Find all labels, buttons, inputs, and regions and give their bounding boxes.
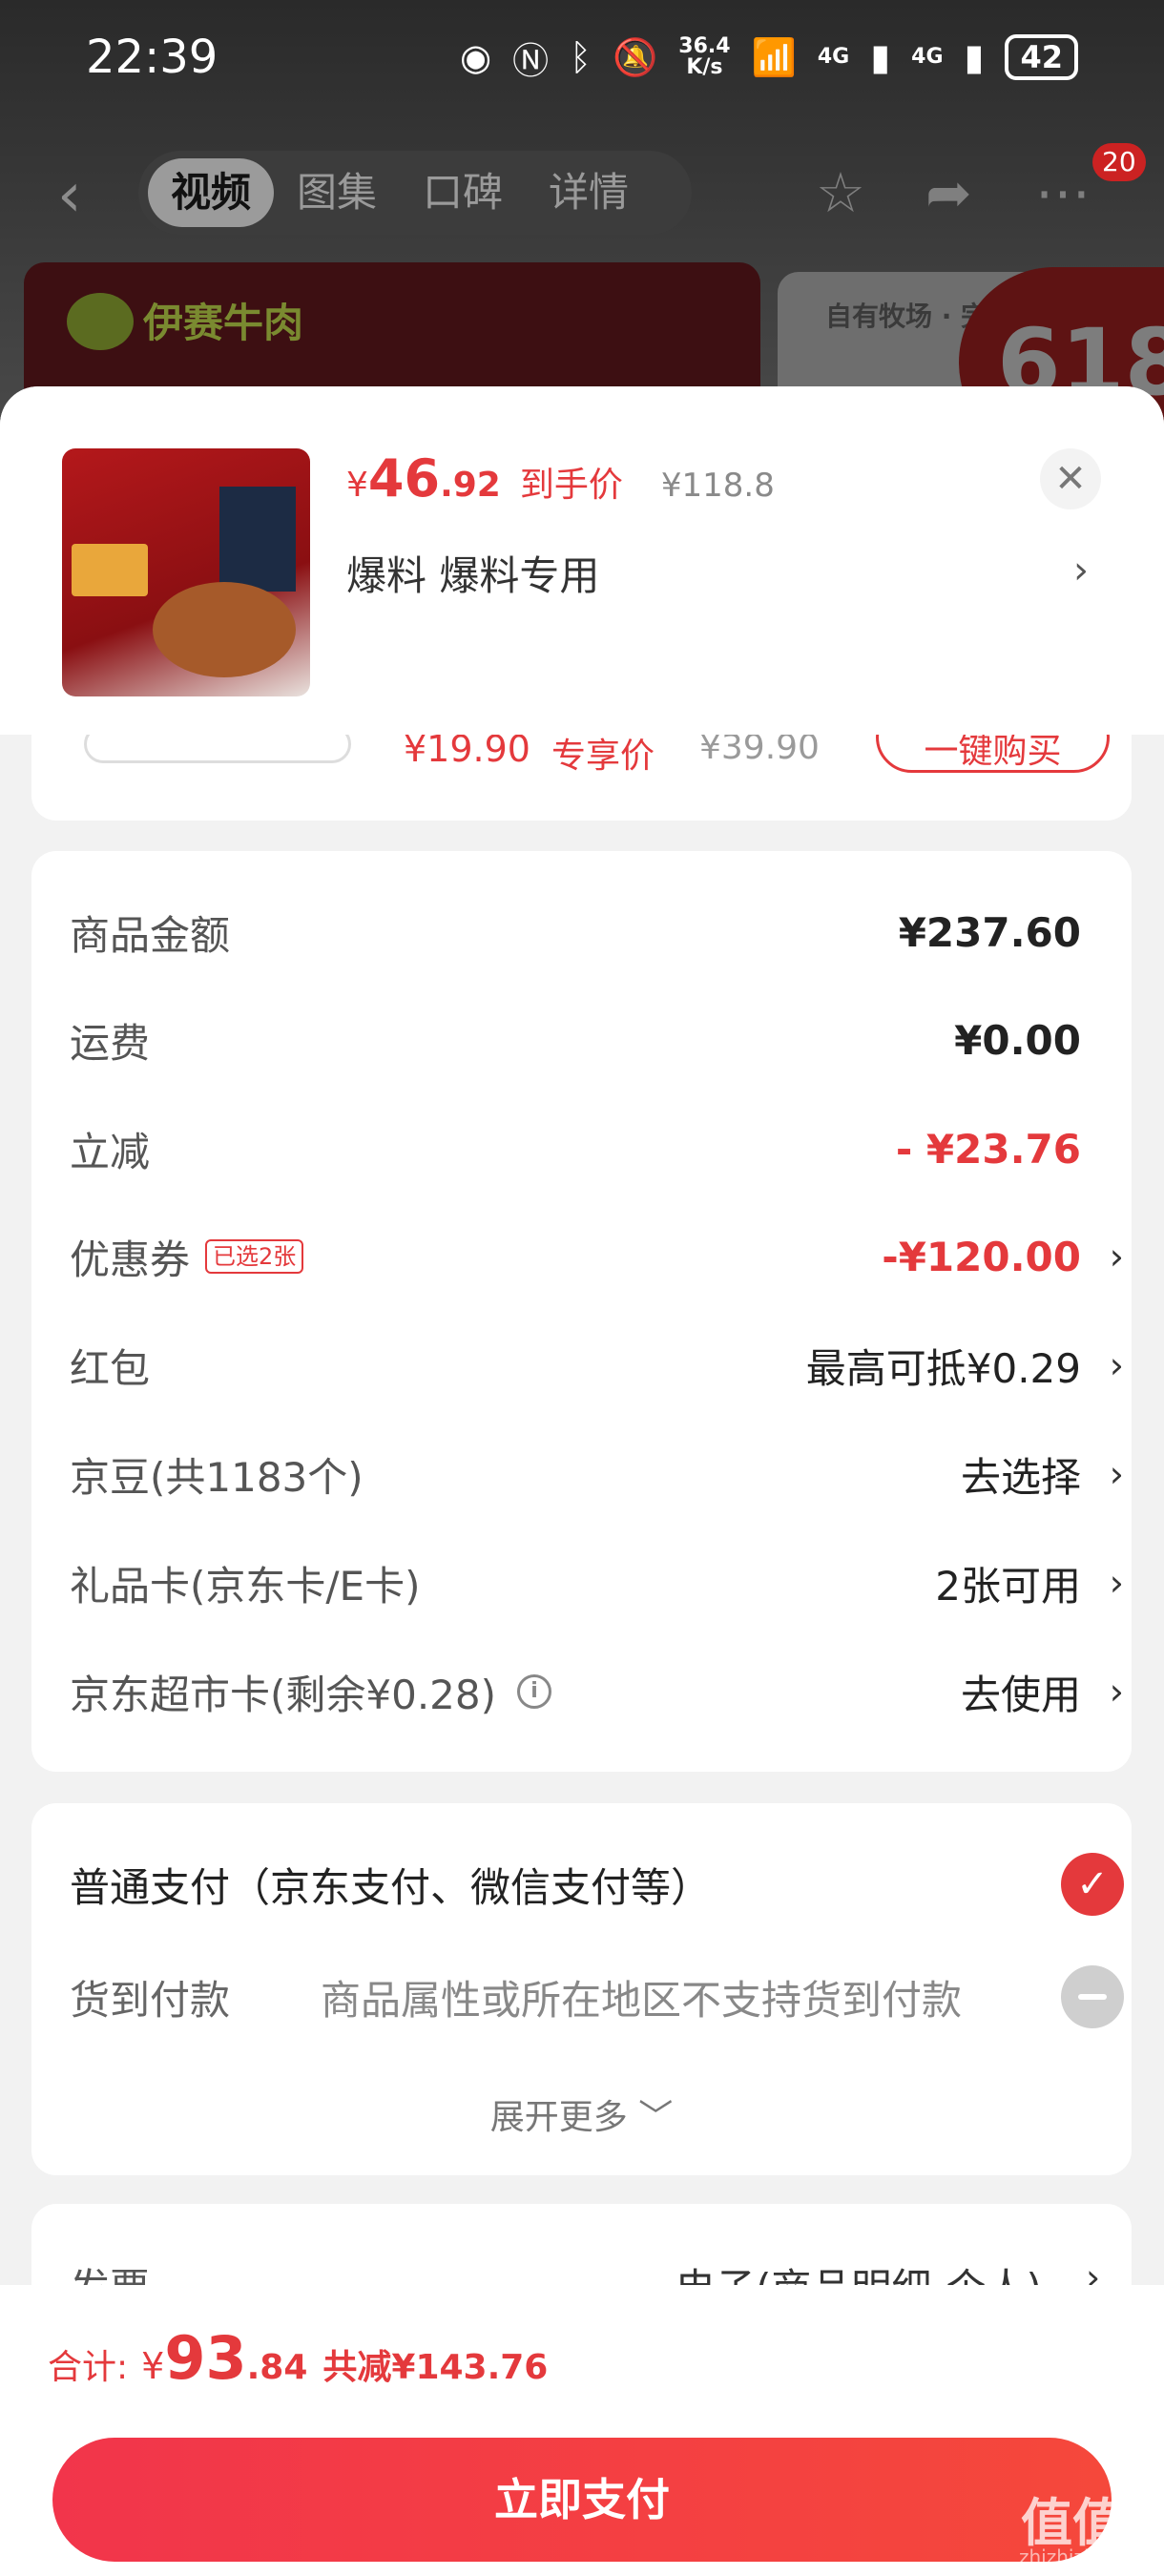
thumb-steak [153, 582, 296, 677]
row-label: 京豆(共1183个) [70, 1453, 364, 1501]
payment-method-card: 普通支付（京东支付、微信支付等） ✓ 货到付款 商品属性或所在地区不支持货到付款… [31, 1803, 1132, 2175]
nfc-icon: Ⓝ [512, 39, 550, 82]
background-product-page: 22:39 ◉ Ⓝ ᛒ 🔕 36.4 K/s 📶 4G ▮ 4G ▮ 42 ‹ … [0, 0, 1164, 439]
mute-bell-icon: 🔕 [612, 35, 658, 78]
total-integer: 93 [164, 2323, 247, 2393]
row-value: 去选择 [960, 1453, 1081, 1501]
close-icon[interactable]: ✕ [1040, 448, 1101, 509]
row-value: 最高可抵¥0.29 [805, 1344, 1081, 1392]
chevron-right-icon[interactable]: › [1081, 1671, 1124, 1713]
payment-cod-note: 商品属性或所在地区不支持货到付款 [321, 1976, 963, 2024]
message-badge: 20 [1092, 143, 1146, 181]
checkmark-icon[interactable]: ✓ [1061, 1853, 1124, 1916]
recommended-price-label: 专享价 [551, 737, 655, 776]
product-header: ¥ 46 .92 到手价 ¥118.8 ✕ 爆料 爆料专用 › [0, 386, 1164, 735]
chevron-right-icon[interactable]: › [1081, 1236, 1124, 1278]
amount-row-gift-card[interactable]: 礼品卡(京东卡/E卡) 2张可用 › [70, 1545, 1124, 1621]
amount-row-red-packet[interactable]: 红包 最高可抵¥0.29 › [70, 1327, 1124, 1403]
status-icons: ◉ Ⓝ ᛒ 🔕 36.4 K/s 📶 4G ▮ 4G ▮ 42 [460, 31, 1078, 84]
row-label: 京东超市卡(剩余¥0.28) [70, 1671, 497, 1718]
pay-now-button[interactable]: 立即支付 [52, 2438, 1112, 2562]
chevron-right-icon[interactable]: › [1073, 549, 1089, 592]
battery-indicator: 42 [1005, 34, 1078, 80]
row-value: ¥237.60 [898, 908, 1081, 956]
coupon-selected-tag: 已选2张 [205, 1239, 304, 1274]
product-price: ¥ 46 .92 到手价 ¥118.8 [346, 448, 775, 509]
thumb-promo-tag [72, 544, 148, 596]
payment-option-normal[interactable]: 普通支付（京东支付、微信支付等） ✓ [70, 1841, 1124, 1927]
payment-normal-label: 普通支付（京东支付、微信支付等） [70, 1863, 712, 1911]
disabled-icon [1061, 1965, 1124, 2028]
banner-right-text: 自有牧场 · 完 [825, 301, 988, 332]
price-integer: 46 [367, 448, 441, 509]
share-icon[interactable]: ➦ [925, 160, 972, 225]
row-label: 礼品卡(京东卡/E卡) [70, 1562, 421, 1610]
brand-logo-icon [67, 293, 134, 350]
total-symbol: ¥ [141, 2345, 165, 2387]
banner-brand: 伊赛牛肉 [143, 300, 304, 346]
tab-gallery[interactable]: 图集 [274, 158, 400, 227]
status-time: 22:39 [86, 31, 218, 84]
amount-row-supermarket-card[interactable]: 京东超市卡(剩余¥0.28) i 去使用 › [70, 1653, 1124, 1730]
price-decimal: .92 [440, 466, 501, 505]
checkout-sheet: ¥ 46 .92 到手价 ¥118.8 ✕ 爆料 爆料专用 › ¥19.90 专… [0, 386, 1164, 2576]
star-icon[interactable]: ☆ [816, 160, 865, 225]
tab-details[interactable]: 详情 [526, 158, 652, 227]
chevron-right-icon[interactable]: › [1081, 1344, 1124, 1386]
total-decimal: .84 [246, 2348, 308, 2387]
row-value: 去使用 [960, 1671, 1081, 1718]
order-total: 合计: ¥ 93 .84 共减¥143.76 [48, 2323, 548, 2393]
row-label: 优惠券 [70, 1236, 191, 1283]
amount-row-discount: 立减 - ¥23.76 [70, 1111, 1124, 1187]
chevron-right-icon[interactable]: › [1081, 1562, 1124, 1604]
signal-bars-icon: ▮ [964, 36, 985, 78]
amount-breakdown-card: 商品金额 ¥237.60 运费 ¥0.00 立减 - ¥23.76 优惠券 已选… [31, 851, 1132, 1772]
row-label: 立减 [70, 1128, 151, 1175]
back-icon[interactable]: ‹ [57, 160, 82, 231]
row-value: -¥120.00 [882, 1233, 1081, 1280]
row-label: 运费 [70, 1019, 151, 1067]
original-price: ¥118.8 [660, 467, 775, 505]
amount-row-coupon[interactable]: 优惠券 已选2张 -¥120.00 › [70, 1218, 1124, 1295]
expand-more-button[interactable]: 展开更多 ﹀ [31, 2089, 1132, 2139]
row-value: - ¥23.76 [895, 1125, 1081, 1173]
signal-1: 4G [817, 45, 850, 69]
amount-row-jd-beans[interactable]: 京豆(共1183个) 去选择 › [70, 1436, 1124, 1512]
eye-icon: ◉ [459, 36, 492, 78]
price-tag: 到手价 [519, 466, 623, 505]
row-value: ¥0.00 [954, 1016, 1081, 1064]
bluetooth-icon: ᛒ [570, 36, 592, 78]
amount-row-shipping: 运费 ¥0.00 [70, 1002, 1124, 1078]
checkout-footer: 合计: ¥ 93 .84 共减¥143.76 立即支付 [0, 2285, 1164, 2576]
amount-row-goods: 商品金额 ¥237.60 [70, 894, 1124, 970]
signal-2: 4G [911, 45, 944, 69]
more-icon[interactable]: ⋯ [1035, 160, 1091, 225]
watermark-url: zhizhizhi.com [1019, 2545, 1149, 2568]
price-symbol: ¥ [346, 466, 368, 505]
product-spec[interactable]: 爆料 爆料专用 [346, 544, 599, 602]
total-label: 合计: [48, 2348, 129, 2387]
status-bar: 22:39 ◉ Ⓝ ᛒ 🔕 36.4 K/s 📶 4G ▮ 4G ▮ 42 [0, 0, 1164, 114]
tab-bar: 视频 图集 口碑 详情 [138, 151, 692, 235]
row-label: 商品金额 [70, 911, 231, 959]
total-saved: 共减¥143.76 [322, 2348, 549, 2387]
row-label: 红包 [70, 1344, 151, 1392]
network-speed: 36.4 K/s [678, 36, 730, 78]
network-speed-unit: K/s [686, 55, 723, 79]
wifi-icon: 📶 [751, 35, 797, 78]
chevron-right-icon[interactable]: › [1081, 1453, 1124, 1495]
signal-bars-icon: ▮ [870, 36, 891, 78]
payment-option-cod: 货到付款 商品属性或所在地区不支持货到付款 [70, 1954, 1124, 2040]
row-value: 2张可用 [935, 1562, 1081, 1610]
info-icon[interactable]: i [517, 1674, 552, 1709]
tab-reviews[interactable]: 口碑 [400, 158, 526, 227]
thumb-package [219, 487, 296, 592]
tab-video[interactable]: 视频 [148, 158, 275, 227]
product-thumbnail [62, 448, 310, 696]
payment-cod-label: 货到付款 [70, 1976, 231, 2024]
top-navigation: ‹ 视频 图集 口碑 详情 ☆ ➦ ⋯ 20 [0, 143, 1164, 239]
